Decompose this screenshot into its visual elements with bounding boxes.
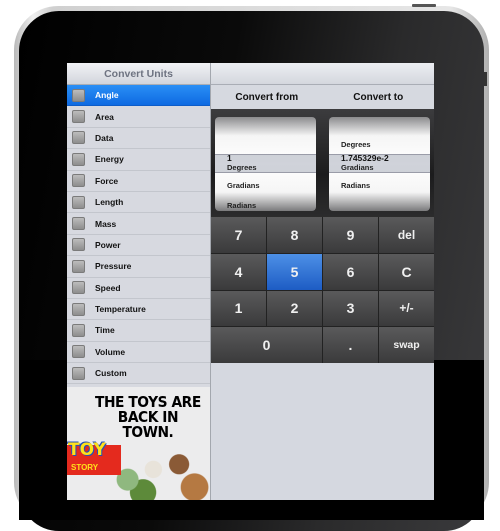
- sidebar-item-volume[interactable]: Volume: [67, 342, 210, 364]
- sidebar-item-label: Time: [95, 325, 115, 336]
- sidebar-item-label: Angle: [95, 90, 119, 101]
- sidebar-item-force[interactable]: Force: [67, 171, 210, 192]
- app-screen: Convert Units Angle Area Data Energy Force Le…: [67, 63, 434, 500]
- digit-key-6[interactable]: 6: [323, 253, 378, 290]
- swap-units-key[interactable]: swap: [379, 327, 434, 363]
- ad-logo-subtitle: STORY: [71, 463, 99, 472]
- category-icon: [72, 195, 85, 209]
- from-unit-picker[interactable]: 1 Degrees Gradians Radians: [215, 117, 316, 211]
- digit-key-3[interactable]: 3: [323, 290, 378, 327]
- advertisement-banner[interactable]: THE TOYS ARE BACK IN TOWN. TOY STORY: [67, 387, 210, 500]
- sidebar-item-data[interactable]: Data: [67, 128, 210, 150]
- category-icon: [72, 217, 85, 231]
- to-unit-option[interactable]: Radians: [341, 181, 370, 190]
- sidebar-item-label: Pressure: [95, 261, 132, 272]
- sign-toggle-key[interactable]: +/-: [379, 290, 434, 327]
- to-unit-picker[interactable]: Degrees 1.745329e-2 Gradians Radians: [329, 117, 430, 211]
- from-value: 1: [227, 153, 232, 163]
- sleep-button: [412, 4, 436, 7]
- digit-key-9[interactable]: 9: [323, 217, 378, 253]
- sidebar-item-custom[interactable]: Custom: [67, 363, 210, 385]
- sidebar-title: Convert Units: [67, 63, 210, 85]
- digit-key-4[interactable]: 4: [211, 253, 266, 290]
- sidebar-item-power[interactable]: Power: [67, 235, 210, 257]
- ad-character-artwork: [107, 449, 210, 500]
- category-list: Angle Area Data Energy Force Length Mass Power P…: [67, 85, 210, 406]
- category-icon: [72, 302, 85, 316]
- digit-key-2[interactable]: 2: [267, 290, 322, 327]
- digit-key-8[interactable]: 8: [267, 217, 322, 253]
- delete-key[interactable]: del: [379, 217, 434, 253]
- sidebar-item-label: Mass: [95, 218, 117, 229]
- sidebar-item-length[interactable]: Length: [67, 192, 210, 214]
- convert-to-label: Convert to: [353, 92, 404, 103]
- category-icon: [72, 345, 85, 359]
- sidebar-item-label: Energy: [95, 154, 124, 165]
- sidebar-item-energy[interactable]: Energy: [67, 149, 210, 171]
- sidebar-item-angle[interactable]: Angle: [67, 85, 210, 107]
- digit-key-1[interactable]: 1: [211, 290, 266, 327]
- sidebar-item-area[interactable]: Area: [67, 106, 210, 128]
- sidebar-item-label: Temperature: [95, 304, 146, 315]
- sidebar-item-label: Custom: [95, 368, 127, 379]
- to-value: 1.745329e-2: [341, 153, 389, 163]
- unit-category-sidebar: Convert Units Angle Area Data Energy Force Le…: [67, 63, 211, 500]
- category-icon: [72, 110, 85, 124]
- category-icon: [72, 281, 85, 295]
- volume-button: [484, 72, 487, 86]
- sidebar-item-speed[interactable]: Speed: [67, 278, 210, 299]
- clear-key[interactable]: C: [379, 253, 434, 290]
- from-unit-option[interactable]: Radians: [227, 201, 256, 210]
- ad-headline: THE TOYS ARE BACK IN TOWN.: [95, 393, 201, 441]
- sidebar-item-label: Force: [95, 175, 119, 186]
- sidebar-item-time[interactable]: Time: [67, 320, 210, 342]
- category-icon: [72, 174, 85, 188]
- category-icon: [72, 88, 85, 102]
- ad-logo-title: TOY: [68, 440, 106, 460]
- convert-from-label: Convert from: [235, 92, 299, 103]
- sidebar-item-label: Power: [95, 239, 121, 250]
- digit-key-7[interactable]: 7: [211, 217, 266, 253]
- numeric-keypad: 7 8 9 del 4 5 6 C 1 2 3 +/- 0. swap: [211, 217, 434, 363]
- unit-pickers: 1 Degrees Gradians Radians Degrees 1.745…: [211, 109, 434, 218]
- to-selected-unit[interactable]: Gradians: [341, 163, 374, 172]
- sidebar-item-pressure[interactable]: Pressure: [67, 256, 210, 278]
- sidebar-item-mass[interactable]: Mass: [67, 213, 210, 235]
- detail-toolbar: [211, 63, 434, 85]
- sidebar-item-label: Speed: [95, 282, 121, 293]
- category-icon: [72, 323, 85, 337]
- sidebar-item-temperature[interactable]: Temperature: [67, 299, 210, 321]
- category-icon: [72, 152, 85, 166]
- converter-panel: Convert from Convert to 1 Degrees Gradia…: [211, 63, 434, 500]
- sidebar-item-label: Area: [95, 111, 114, 122]
- column-headers: Convert from Convert to: [211, 85, 434, 109]
- digit-key-5[interactable]: 5: [267, 253, 322, 290]
- to-unit-option[interactable]: Degrees: [341, 140, 371, 149]
- sidebar-item-label: Length: [95, 197, 124, 208]
- digit-key-0[interactable]: 0: [211, 327, 322, 363]
- decimal-key[interactable]: .: [323, 327, 378, 363]
- category-icon: [72, 238, 85, 252]
- sidebar-item-label: Data: [95, 132, 114, 143]
- category-icon: [72, 259, 85, 273]
- from-selected-unit[interactable]: Degrees: [227, 163, 257, 172]
- sidebar-item-label: Volume: [95, 346, 126, 357]
- category-icon: [72, 131, 85, 145]
- category-icon: [72, 366, 85, 380]
- from-unit-option[interactable]: Gradians: [227, 181, 260, 190]
